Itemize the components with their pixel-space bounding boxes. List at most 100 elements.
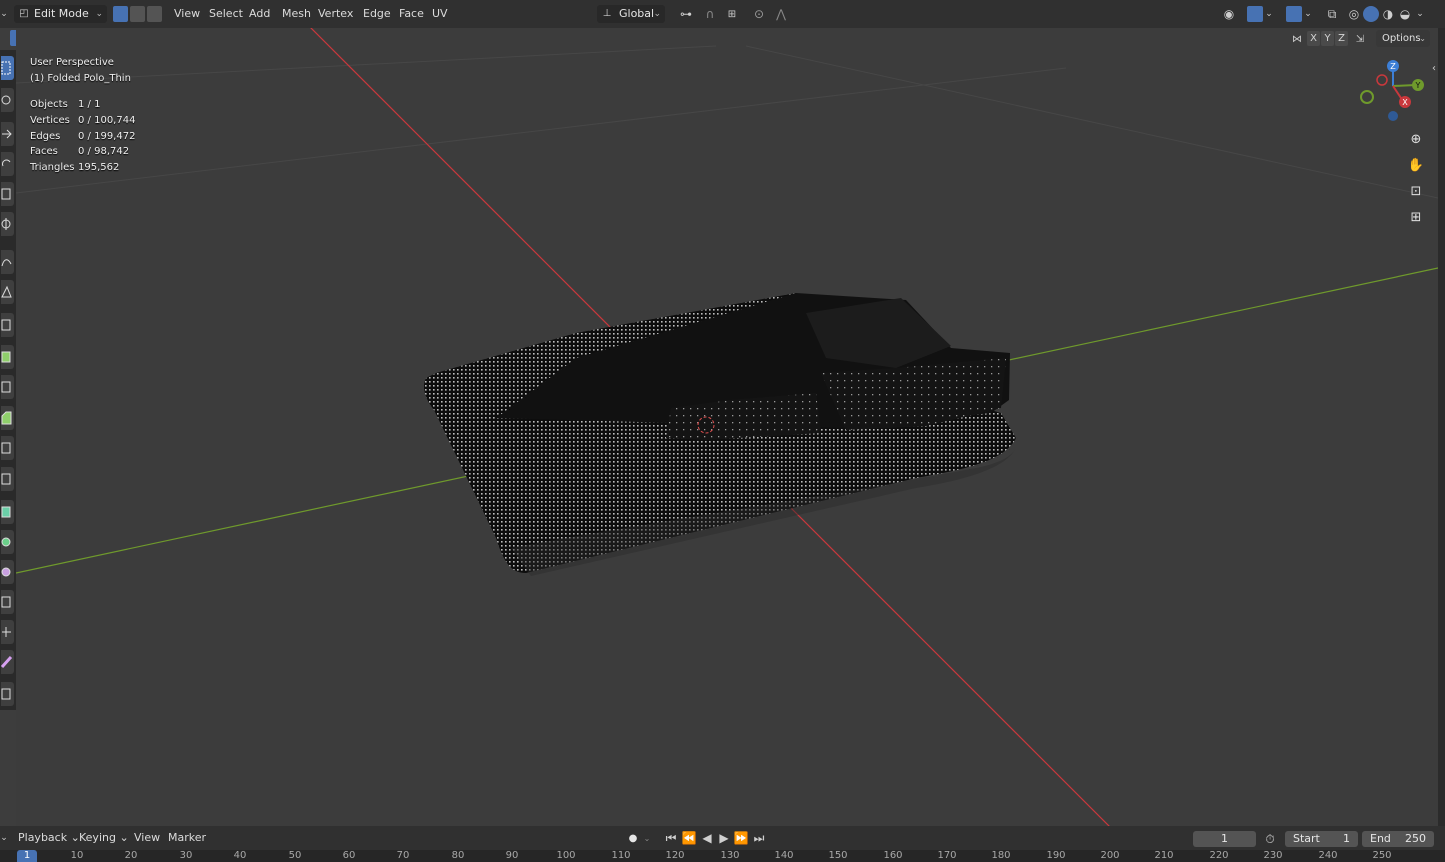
tool-scale[interactable] <box>1 182 14 206</box>
menu-mesh[interactable]: Mesh <box>278 5 315 23</box>
gizmo-neg-x-icon[interactable] <box>1376 74 1388 86</box>
tool-move[interactable] <box>1 122 14 146</box>
stat-label: Edges <box>30 131 61 142</box>
viewport-header: ⌄ ◰ Edit Mode ⌄ View Select Add Mesh Ver… <box>0 0 1445 28</box>
snap-icon[interactable]: ∩ <box>701 7 719 21</box>
ruler-tick: 240 <box>1318 850 1338 861</box>
tool-loop-cut[interactable] <box>1 436 14 460</box>
ruler-tick: 210 <box>1154 850 1174 861</box>
object-name: (1) Folded Polo_Thin <box>30 73 131 84</box>
magnifier-icon: ⊕ <box>1410 131 1422 147</box>
wireframe-shading-icon[interactable]: ◎ <box>1346 7 1362 21</box>
edge-select-mode-button[interactable] <box>130 6 145 22</box>
chevron-down-icon[interactable]: ⌄ <box>642 831 652 845</box>
tool-select-box[interactable] <box>1 56 14 80</box>
menu-view[interactable]: View <box>170 5 204 23</box>
edit-mode-icon: ◰ <box>19 8 29 19</box>
jump-end-icon[interactable]: ⏭ <box>751 831 767 845</box>
start-frame-field[interactable]: Start 1 <box>1285 831 1358 847</box>
ruler-tick: 110 <box>611 850 631 861</box>
rendered-shading-icon[interactable]: ◒ <box>1397 7 1413 21</box>
menu-select[interactable]: Select <box>205 5 247 23</box>
tool-edge-slide[interactable] <box>1 590 14 614</box>
start-label: Start <box>1293 832 1320 845</box>
current-frame-field[interactable]: 1 <box>1193 831 1256 847</box>
next-keyframe-icon[interactable]: ⏩ <box>733 831 749 845</box>
tool-rotate[interactable] <box>1 152 14 176</box>
menu-edge[interactable]: Edge <box>359 5 395 23</box>
menu-add[interactable]: Add <box>245 5 274 23</box>
navigation-gizmo[interactable]: Z Y X <box>1360 60 1424 121</box>
material-preview-shading-icon[interactable]: ◑ <box>1380 7 1396 21</box>
ruler-tick: 80 <box>451 850 465 861</box>
editor-type-caret-icon[interactable]: ⌄ <box>0 7 8 21</box>
tool-measure[interactable] <box>1 280 14 304</box>
stat-value: 195,562 <box>78 162 120 173</box>
menu-uv[interactable]: UV <box>428 5 452 23</box>
playhead-frame-indicator[interactable]: 1 <box>17 850 37 862</box>
prev-keyframe-icon[interactable]: ⏪ <box>681 831 697 845</box>
visibility-icon[interactable]: ◉ <box>1216 7 1242 21</box>
auto-merge-icon[interactable]: ⇲ <box>1352 32 1368 46</box>
play-icon[interactable]: ▶ <box>716 831 732 845</box>
tool-bevel[interactable] <box>1 406 14 430</box>
gizmo-neg-y-icon[interactable] <box>1360 90 1374 104</box>
mirror-z-toggle[interactable]: Z <box>1335 31 1348 46</box>
tool-transform[interactable] <box>1 212 14 236</box>
stat-value: 0 / 100,744 <box>78 115 136 126</box>
end-frame-field[interactable]: End 250 <box>1362 831 1434 847</box>
chevron-down-icon[interactable]: ⌄ <box>1303 7 1313 21</box>
tool-smooth[interactable] <box>1 560 14 584</box>
3d-viewport[interactable]: Z Y X <box>16 28 1438 826</box>
stopwatch-icon[interactable]: ⏱ <box>1263 832 1277 846</box>
gizmo-y-label: Y <box>1415 81 1421 90</box>
menu-vertex[interactable]: Vertex <box>314 5 357 23</box>
mirror-x-toggle[interactable]: X <box>1307 31 1320 46</box>
tool-rip-region[interactable] <box>1 682 14 706</box>
mirror-y-toggle[interactable]: Y <box>1321 31 1334 46</box>
chevron-down-icon[interactable]: ⌄ <box>1264 7 1274 21</box>
tool-poly-build[interactable] <box>1 500 14 524</box>
play-reverse-icon[interactable]: ◀ <box>699 831 715 845</box>
gizmo-neg-z-icon[interactable] <box>1388 111 1398 121</box>
chevron-down-icon: ⌄ <box>95 9 103 19</box>
editor-type-caret-icon[interactable]: ⌄ <box>0 831 8 845</box>
menu-face[interactable]: Face <box>395 5 428 23</box>
transform-orientation-dropdown[interactable]: ⊥ Global ⌄ <box>597 5 665 23</box>
auto-keying-record-icon[interactable]: ● <box>626 831 640 845</box>
proportional-editing-icon[interactable]: ⊙ <box>751 7 767 21</box>
vertex-select-mode-button[interactable] <box>113 6 128 22</box>
falloff-icon[interactable]: ⋀ <box>770 7 792 21</box>
options-dropdown[interactable]: Options ⌄ <box>1376 30 1430 47</box>
menu-timeline-view[interactable]: View <box>130 829 164 847</box>
menu-keying[interactable]: Keying ⌄ <box>75 829 133 847</box>
pan-view-button[interactable]: ✋ <box>1405 154 1427 176</box>
solid-shading-button[interactable] <box>1363 6 1379 22</box>
face-select-mode-button[interactable] <box>147 6 162 22</box>
menu-playback[interactable]: Playback ⌄ <box>14 829 84 847</box>
stat-label: Objects <box>30 99 68 110</box>
mode-dropdown[interactable]: ◰ Edit Mode ⌄ <box>14 5 107 23</box>
camera-view-button[interactable]: ⊡ <box>1405 180 1427 202</box>
snap-target-icon[interactable]: ⊞ <box>720 7 744 21</box>
xray-toggle-icon[interactable]: ⧉ <box>1324 7 1340 21</box>
tool-cursor[interactable] <box>1 88 14 112</box>
gizmo-toggle-button[interactable] <box>1247 6 1263 22</box>
perspective-toggle-button[interactable]: ⊞ <box>1405 206 1427 228</box>
tool-add-cube[interactable] <box>1 313 14 337</box>
jump-start-icon[interactable]: ⏮ <box>663 831 679 845</box>
tool-inset[interactable] <box>1 375 14 399</box>
tool-extrude[interactable] <box>1 345 14 369</box>
tool-knife[interactable] <box>1 467 14 491</box>
zoom-view-button[interactable]: ⊕ <box>1405 128 1427 150</box>
overlays-toggle-button[interactable] <box>1286 6 1302 22</box>
ruler-tick: 120 <box>665 850 685 861</box>
chevron-down-icon[interactable]: ⌄ <box>1414 7 1426 21</box>
gizmo-x-label: X <box>1402 98 1408 107</box>
menu-marker[interactable]: Marker <box>164 829 210 847</box>
tool-shrink-fatten[interactable] <box>1 620 14 644</box>
tool-spin[interactable] <box>1 530 14 554</box>
pivot-point-icon[interactable]: ⊶ <box>674 7 698 21</box>
tool-shear[interactable] <box>1 650 14 674</box>
tool-annotate[interactable] <box>1 250 14 274</box>
